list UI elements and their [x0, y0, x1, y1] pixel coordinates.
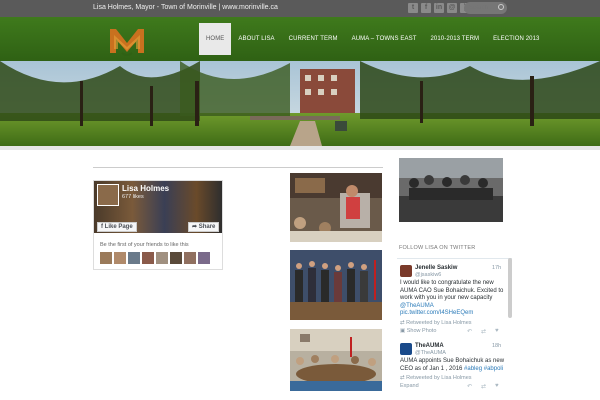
facebook-icon[interactable]: f [421, 3, 431, 13]
tweet[interactable]: Jenelle Saskiw @jsaskiw6 17h I would lik… [397, 265, 505, 337]
tweet-handle[interactable]: @jsaskiw6 [415, 272, 441, 278]
friend-avatar [114, 252, 126, 264]
gallery-photo-meeting[interactable] [290, 329, 382, 391]
banner-divider [0, 146, 600, 150]
share-icon: ➦ [192, 224, 199, 230]
friend-avatar [156, 252, 168, 264]
expand-link[interactable]: Expand [400, 383, 419, 389]
retweet-icon[interactable]: ⇄ [481, 328, 486, 335]
gallery-photo-reading[interactable] [290, 173, 382, 242]
facebook-page-name[interactable]: Lisa Holmes [122, 184, 169, 193]
nav-current-term[interactable]: CURRENT TERM [282, 23, 345, 55]
tweet-text: AUMA appoints Sue Bohaichuk as new CEO a… [400, 358, 505, 373]
tweet[interactable]: TheAUMA @TheAUMA 18h AUMA appoints Sue B… [397, 343, 505, 400]
site-tagline: Lisa Holmes, Mayor - Town of Morinville … [93, 4, 278, 11]
tweet-handle[interactable]: @TheAUMA [415, 350, 446, 356]
tweet-text: I would like to congratulate the new AUM… [400, 280, 505, 318]
tweet-mention[interactable]: @TheAUMA [400, 303, 434, 309]
friend-avatar [170, 252, 182, 264]
twitter-scrollbar[interactable] [508, 258, 512, 318]
linkedin-icon[interactable]: in [434, 3, 444, 13]
main-nav: HOME ABOUT LISA CURRENT TERM AUMA – TOWN… [199, 23, 546, 55]
tweet-author[interactable]: Jenelle Saskiw [415, 265, 457, 271]
friend-avatar [128, 252, 140, 264]
show-photo-link[interactable]: ▣ Show Photo [400, 328, 436, 334]
sidebar-photo[interactable] [399, 158, 503, 222]
top-bar: Lisa Holmes, Mayor - Town of Morinville … [0, 0, 600, 17]
content-divider [93, 167, 383, 168]
email-icon[interactable]: @ [447, 3, 457, 13]
friend-avatar [100, 252, 112, 264]
tweet-avatar[interactable] [400, 265, 412, 277]
nav-about-lisa[interactable]: ABOUT LISA [231, 23, 281, 55]
like-icon[interactable]: ♥ [495, 328, 499, 334]
tweet-retweeted-by: ⇄ Retweeted by Lisa Holmes [400, 320, 472, 326]
tweet-avatar[interactable] [400, 343, 412, 355]
tweet-author[interactable]: TheAUMA [415, 343, 444, 349]
tweet-time[interactable]: 18h [492, 343, 501, 349]
retweeted-label: Retweeted by Lisa Holmes [406, 320, 472, 326]
site-logo[interactable] [108, 25, 146, 57]
tweet-hashtags[interactable]: #ableg #abpoli [464, 366, 503, 372]
share-button[interactable]: ➦ Share [188, 222, 220, 232]
reply-icon[interactable]: ↶ [467, 328, 472, 335]
friend-avatar [142, 252, 154, 264]
show-photo-label: Show Photo [406, 328, 437, 334]
tweet-body: I would like to congratulate the new AUM… [400, 280, 504, 301]
like-icon[interactable]: ♥ [495, 383, 499, 389]
like-page-label: Like Page [104, 224, 133, 230]
facebook-friend-faces [100, 252, 210, 264]
nav-2010-2013-term[interactable]: 2010-2013 TERM [423, 23, 486, 55]
facebook-page-widget[interactable]: Lisa Holmes 677 likes f Like Page ➦ Shar… [93, 180, 223, 270]
tweet-time[interactable]: 17h [492, 265, 501, 271]
facebook-likes-count: 677 likes [122, 194, 144, 200]
nav-auma-towns-east[interactable]: AUMA – TOWNS EAST [345, 23, 424, 55]
facebook-friends-text: Be the first of your friends to like thi… [100, 242, 189, 248]
follow-twitter-heading: FOLLOW LISA ON TWITTER [399, 245, 476, 251]
facebook-avatar [97, 184, 119, 206]
gallery-photo-group[interactable] [290, 250, 382, 320]
friend-avatar [184, 252, 196, 264]
twitter-icon[interactable]: t [408, 3, 418, 13]
photo-icon: ▣ [400, 328, 407, 334]
reply-icon[interactable]: ↶ [467, 383, 472, 390]
nav-home[interactable]: HOME [199, 23, 232, 55]
retweeted-label: Retweeted by Lisa Holmes [406, 375, 472, 381]
friend-avatar [198, 252, 210, 264]
like-page-button[interactable]: f Like Page [97, 222, 137, 232]
banner-image [0, 61, 600, 146]
site-header: HOME ABOUT LISA CURRENT TERM AUMA – TOWN… [0, 17, 600, 61]
social-icons: t f in @ ) [408, 3, 470, 13]
retweet-icon[interactable]: ⇄ [481, 383, 486, 390]
twitter-timeline[interactable]: Jenelle Saskiw @jsaskiw6 17h I would lik… [397, 258, 512, 400]
tweet-link[interactable]: pic.twitter.com/I4SHeEQem [400, 310, 473, 316]
share-label: Share [198, 224, 216, 230]
search-icon[interactable] [498, 4, 504, 10]
nav-election-2013[interactable]: ELECTION 2013 [486, 23, 546, 55]
tweet-retweeted-by: ⇄ Retweeted by Lisa Holmes [400, 375, 472, 381]
